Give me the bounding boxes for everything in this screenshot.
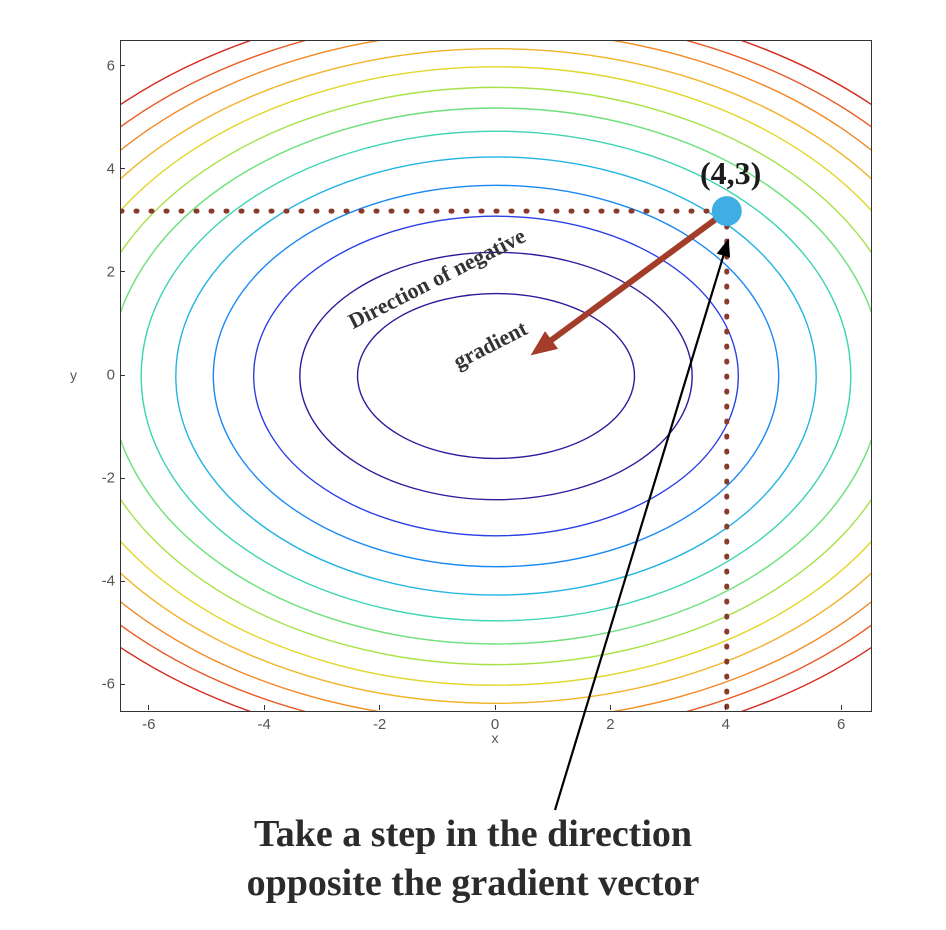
x-tick-label: 4	[722, 716, 730, 733]
y-tick-label: 2	[85, 263, 115, 280]
y-tick-label: 6	[85, 57, 115, 74]
caption-line2: opposite the gradient vector	[247, 862, 700, 904]
contour-plot: -6-4-20246 -6-4-20246 x y	[60, 20, 890, 740]
y-tick-label: -4	[85, 573, 115, 590]
x-tick-label: -6	[142, 716, 155, 733]
contour-svg	[121, 41, 871, 711]
y-axis-label: y	[70, 367, 77, 383]
x-tick-label: 2	[606, 716, 614, 733]
y-tick-label: -2	[85, 470, 115, 487]
plot-axes-box	[120, 40, 872, 712]
y-tick-label: 4	[85, 160, 115, 177]
y-tick-label: 0	[85, 367, 115, 384]
x-tick-label: -4	[258, 716, 271, 733]
caption-line1: Take a step in the direction	[254, 813, 692, 855]
x-axis-label: x	[492, 730, 499, 746]
x-tick-label: 6	[837, 716, 845, 733]
y-tick-label: -6	[85, 676, 115, 693]
x-tick-label: -2	[373, 716, 386, 733]
point-label: (4,3)	[700, 155, 761, 192]
caption-text: Take a step in the direction opposite th…	[0, 810, 946, 909]
